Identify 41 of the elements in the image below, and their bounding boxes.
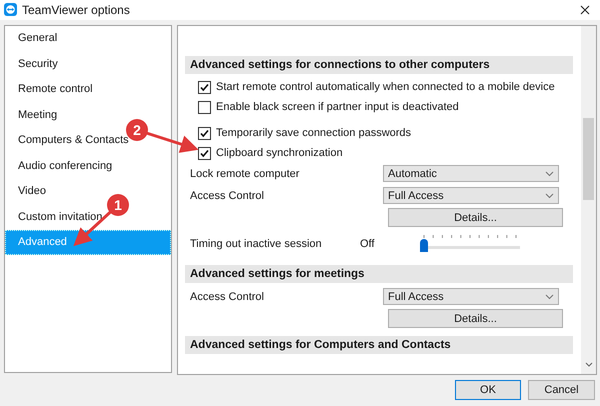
chevron-down-icon	[545, 170, 554, 177]
sidebar-item[interactable]: Video	[5, 178, 49, 204]
sidebar-item[interactable]: Audio conferencing	[5, 153, 116, 179]
section-header: Advanced settings for Computers and Contacts	[185, 336, 573, 354]
sidebar-item[interactable]: Custom invitation	[5, 204, 106, 230]
close-icon[interactable]	[580, 4, 590, 15]
checkbox[interactable]	[198, 146, 211, 160]
checkbox[interactable]	[198, 100, 211, 114]
details-button[interactable]: Details...	[388, 309, 563, 328]
checkbox[interactable]	[198, 80, 211, 94]
sidebar-item[interactable]: Security	[5, 51, 61, 77]
chevron-down-icon	[545, 294, 554, 300]
section-header: Advanced settings for connections to other computers	[185, 56, 573, 74]
sidebar-item[interactable]: Meeting	[5, 102, 60, 128]
sidebar-item[interactable]: Remote control	[5, 76, 96, 102]
checkbox[interactable]	[198, 126, 211, 140]
slider-reading: Off	[360, 238, 376, 250]
section-header: Advanced settings for meetings	[185, 264, 573, 283]
field-label: Access Control	[190, 190, 265, 202]
field-label: Lock remote computer	[190, 168, 300, 180]
checkbox-label: Temporarily save connection passwords	[216, 126, 412, 139]
dialog-button[interactable]: Cancel	[528, 380, 595, 400]
dropdown[interactable]: Automatic	[383, 165, 559, 182]
details-button[interactable]: Details...	[388, 208, 563, 228]
slider-thumb[interactable]	[420, 238, 428, 252]
scroll-thumb[interactable]	[583, 118, 594, 200]
dropdown[interactable]: Full Access	[383, 288, 559, 306]
annotation-marker: 1	[107, 194, 129, 216]
window-title: TeamViewer options	[22, 2, 131, 17]
dropdown[interactable]: Full Access	[383, 187, 559, 204]
checkbox-label: Start remote control automatically when connected to a mobile device	[216, 80, 555, 93]
scrollbar[interactable]	[581, 26, 596, 374]
checkbox-label: Clipboard synchronization	[216, 146, 343, 159]
field-label: Timing out inactive session	[190, 238, 323, 250]
checkbox-label: Enable black screen if partner input is deactivated	[216, 100, 459, 113]
field-label: Access Control	[190, 290, 265, 303]
dialog-button[interactable]: OK	[455, 380, 521, 400]
chevron-down-icon	[545, 192, 554, 199]
scroll-down-icon[interactable]	[584, 362, 592, 368]
app-logo-icon	[4, 3, 17, 16]
sidebar-item[interactable]: General	[5, 26, 60, 52]
